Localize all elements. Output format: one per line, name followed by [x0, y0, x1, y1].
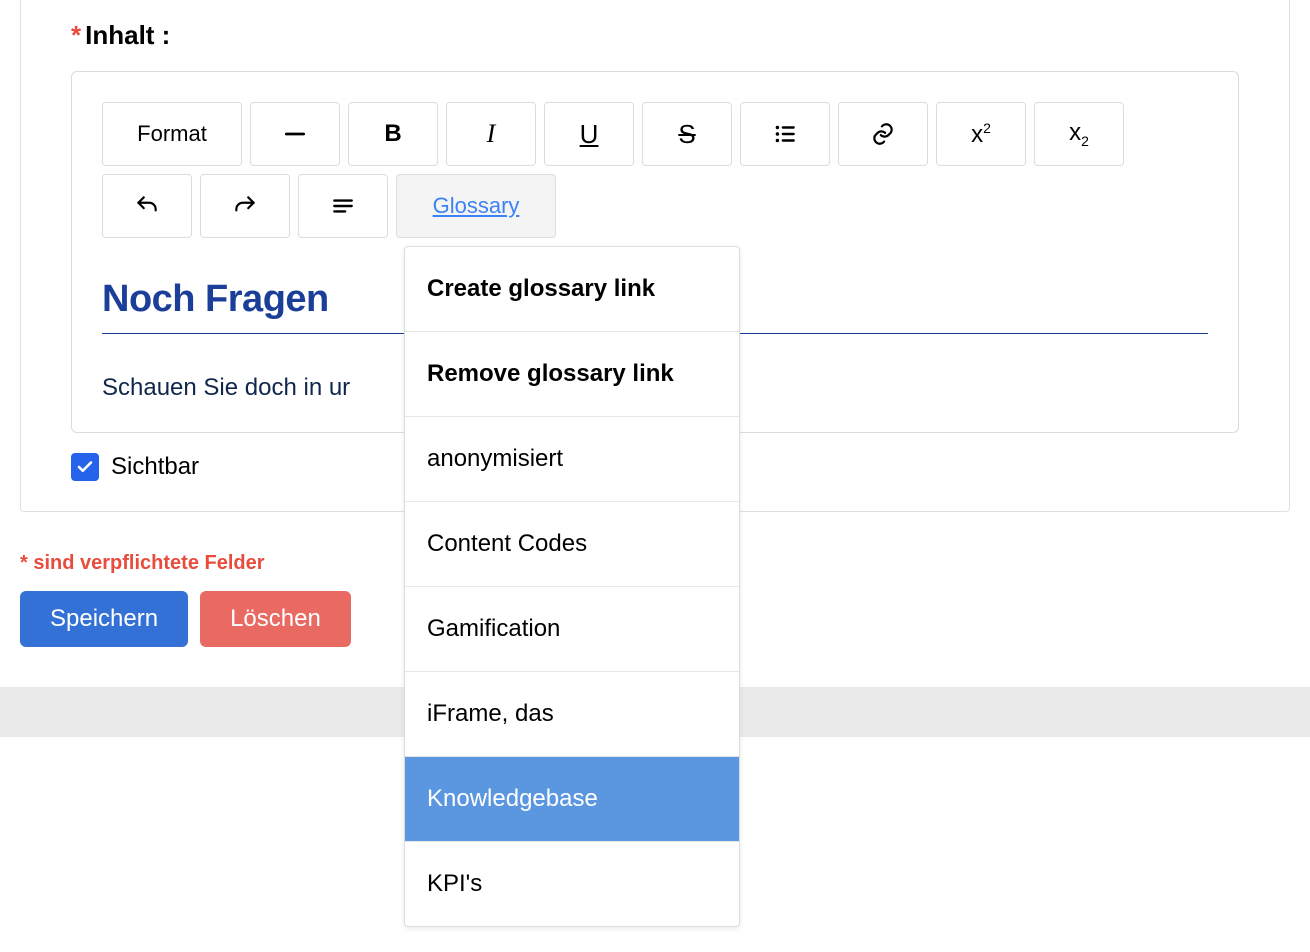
undo-icon: [134, 193, 160, 219]
glossary-dropdown: Create glossary linkRemove glossary link…: [404, 246, 740, 927]
link-icon: [870, 121, 896, 147]
glossary-dropdown-item[interactable]: Remove glossary link: [405, 332, 739, 417]
check-icon: [76, 458, 94, 476]
delete-button[interactable]: Löschen: [200, 591, 351, 647]
save-button[interactable]: Speichern: [20, 591, 188, 647]
redo-button[interactable]: [200, 174, 290, 238]
subscript-icon: x2: [1069, 119, 1089, 149]
visibility-label: Sichtbar: [111, 453, 199, 481]
toolbar-row-2: Glossary: [102, 174, 1208, 238]
bold-icon: B: [384, 120, 401, 148]
undo-button[interactable]: [102, 174, 192, 238]
align-icon: [330, 193, 356, 219]
glossary-dropdown-item[interactable]: KPI's: [405, 842, 739, 926]
list-icon: [772, 121, 798, 147]
list-button[interactable]: [740, 102, 830, 166]
field-label-text: Inhalt :: [85, 20, 170, 50]
glossary-dropdown-item[interactable]: Knowledgebase: [405, 757, 739, 842]
glossary-label: Glossary: [433, 193, 520, 219]
required-star: *: [71, 20, 81, 50]
subscript-button[interactable]: x2: [1034, 102, 1124, 166]
format-dropdown[interactable]: Format: [102, 102, 242, 166]
para-before: Schauen Sie doch in ur: [102, 374, 350, 401]
glossary-button[interactable]: Glossary: [396, 174, 556, 238]
redo-icon: [232, 193, 258, 219]
underline-icon: U: [580, 119, 599, 150]
glossary-dropdown-item[interactable]: Create glossary link: [405, 247, 739, 332]
italic-button[interactable]: I: [446, 102, 536, 166]
align-button[interactable]: [298, 174, 388, 238]
bold-button[interactable]: B: [348, 102, 438, 166]
strikethrough-button[interactable]: S: [642, 102, 732, 166]
underline-button[interactable]: U: [544, 102, 634, 166]
toolbar-row-1: Format B I U S: [102, 102, 1208, 166]
italic-icon: I: [487, 119, 496, 149]
glossary-dropdown-item[interactable]: Gamification: [405, 587, 739, 672]
link-button[interactable]: [838, 102, 928, 166]
minus-icon: [282, 121, 308, 147]
strike-icon: S: [678, 119, 695, 150]
hr-button[interactable]: [250, 102, 340, 166]
visibility-checkbox[interactable]: [71, 453, 99, 481]
superscript-button[interactable]: x2: [936, 102, 1026, 166]
format-label: Format: [137, 121, 207, 147]
glossary-dropdown-item[interactable]: iFrame, das: [405, 672, 739, 757]
field-label: *Inhalt :: [71, 20, 1239, 51]
glossary-dropdown-item[interactable]: Content Codes: [405, 502, 739, 587]
superscript-icon: x2: [971, 120, 991, 149]
glossary-dropdown-item[interactable]: anonymisiert: [405, 417, 739, 502]
